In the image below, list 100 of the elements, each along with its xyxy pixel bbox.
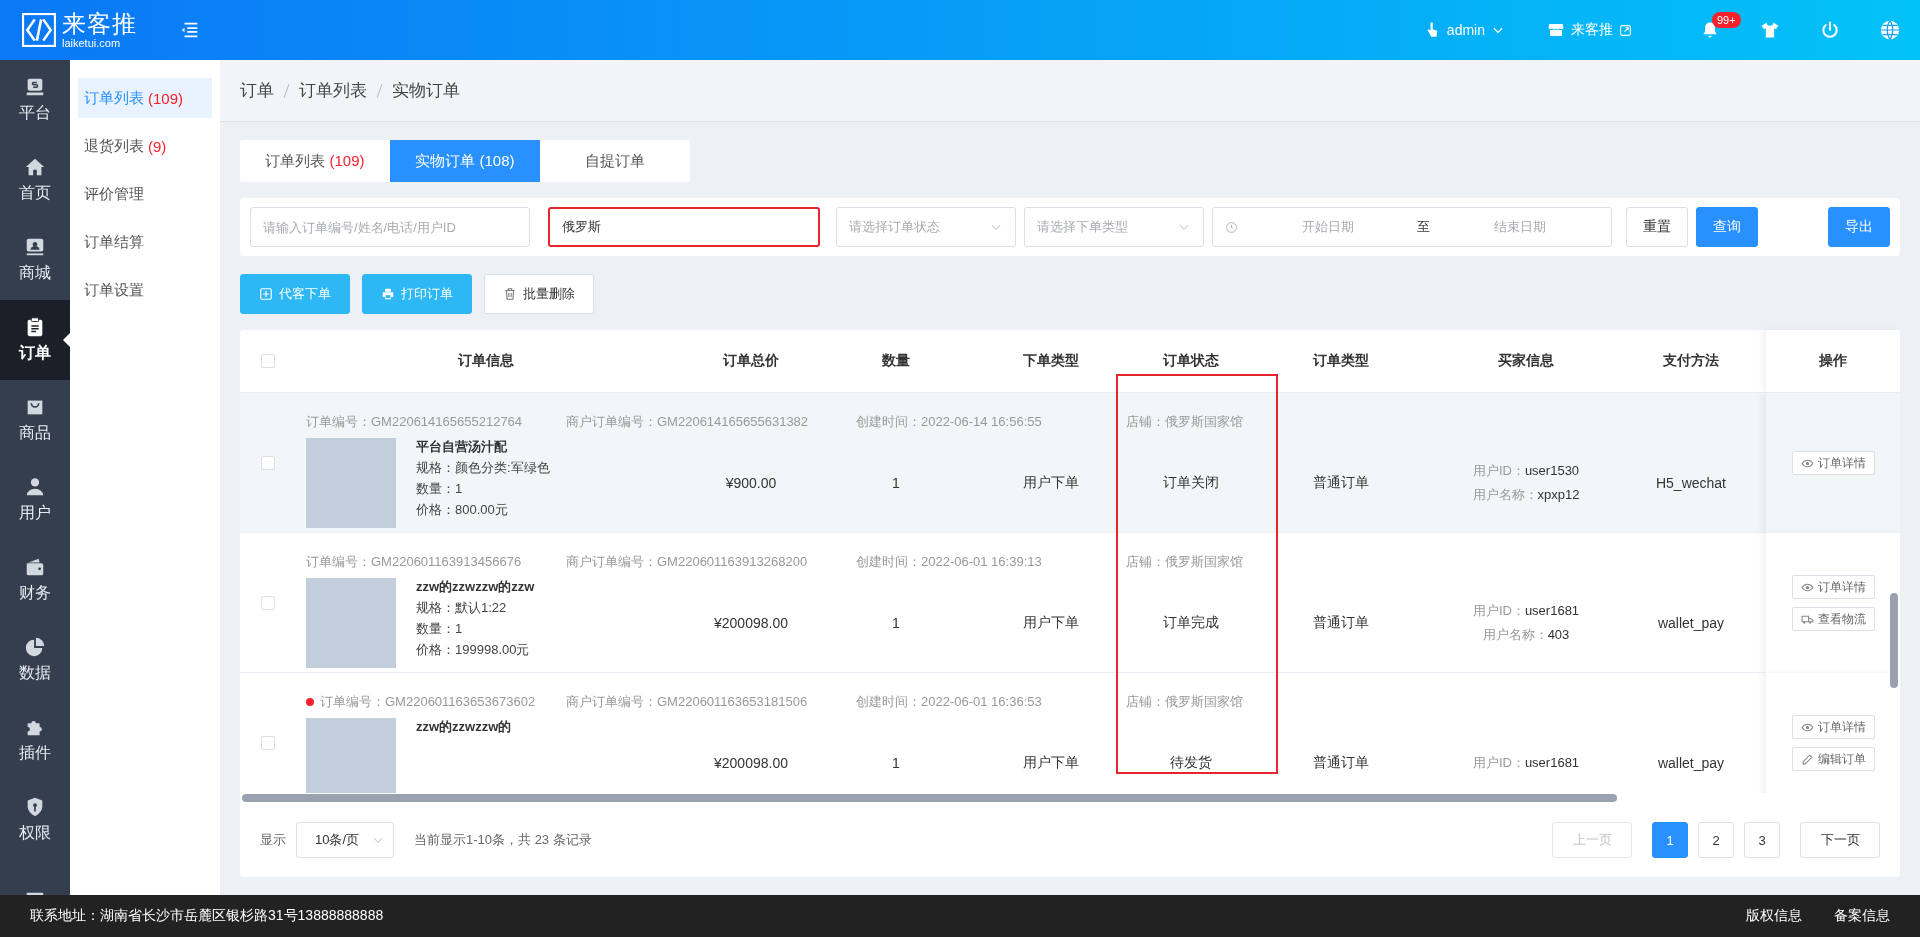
column-header: 买家信息 [1497,352,1555,370]
footer-link[interactable]: 版权信息 [1746,907,1802,925]
breadcrumb-item[interactable]: 订单 [240,79,274,102]
product-spec: 规格：默认1:22 [416,599,508,617]
records-summary: 当前显示1-10条，共 23 条记录 [414,831,592,849]
next-page-button[interactable]: 下一页 [1800,822,1880,858]
submenu-item[interactable]: 退货列表 (9) [78,126,212,166]
order-status-cell-text: 订单完成 [1162,614,1220,632]
created-time: 创建时间：2022-06-01 16:36:53 [856,693,1043,711]
contact-address: 联系地址：湖南省长沙市岳麓区银杉路31号13888888888 [30,907,384,925]
product-quantity: 数量：1 [416,620,464,638]
buyer-id: 用户ID：user1681 [1472,602,1580,620]
column-header: 订单状态 [1161,352,1220,370]
page-button[interactable]: 2 [1698,822,1734,858]
scrollbar-thumb[interactable] [1890,593,1898,688]
order-status-cell-text: 订单关闭 [1162,474,1220,492]
breadcrumb-item[interactable]: 订单列表 [299,79,367,102]
home-icon [24,156,46,178]
submenu-item[interactable]: 订单设置 [78,270,212,310]
clock-icon [1225,220,1238,234]
quantity-cell-text: 1 [891,755,901,771]
logo-domain: laiketui.com [62,37,122,49]
row-checkbox[interactable] [261,456,275,470]
order-source-cell-text: 用户下单 [1022,474,1080,492]
order-total: ¥200098.00 [713,615,789,631]
nav-item[interactable]: 首页 [0,140,70,220]
nav-item[interactable]: 数据 [0,620,70,700]
nav-item[interactable]: 权限 [0,780,70,860]
buyer-id: 用户ID：user1681 [1472,754,1580,772]
page-button[interactable]: 3 [1744,822,1780,858]
dollar-monitor-icon [24,76,46,98]
order-type-cell-text: 普通订单 [1312,474,1370,492]
product-spec: 规格：颜色分类:军绿色 [416,459,550,477]
order-status-cell-text: 待发货 [1169,754,1213,772]
power-icon [1820,20,1840,40]
submenu-item[interactable]: 评价管理 [78,174,212,214]
payment-method-cell-text: wallet_pay [1656,755,1726,771]
select-all-checkbox[interactable] [261,354,275,368]
column-header: 操作 [1819,352,1847,370]
quantity-cell-text: 1 [891,475,901,491]
wallet-icon [24,556,46,578]
t-shirt-icon [1760,20,1780,40]
payment-method-cell-text: H5_wechat [1654,475,1727,491]
store-name: 店铺：俄罗斯国家馆 [1126,693,1244,711]
quantity-cell-text: 1 [891,615,901,631]
row-action-button[interactable]: 订单详情 [1791,715,1875,739]
product-name: 平台自营汤汁配 [416,438,508,456]
notifications-button[interactable]: 99+ [1680,10,1740,50]
order-type-cell-text: 普通订单 [1312,754,1370,772]
created-time: 创建时间：2022-06-01 16:39:13 [856,553,1043,571]
plus-square-icon [259,287,273,301]
column-header: 支付方法 [1662,352,1720,370]
page-size-select[interactable]: 10条/页 [296,822,394,858]
nav-item[interactable]: 订单 [0,300,70,380]
column-header: 订单信息 [456,352,515,370]
store-icon [1547,21,1565,39]
scrollbar-thumb[interactable] [242,794,1617,802]
order-total: ¥200098.00 [713,755,789,771]
submenu-item[interactable]: 订单结算 [78,222,212,262]
page-size-label: 显示 [260,831,286,849]
action-button[interactable]: 批量删除 [484,274,594,314]
reset-button[interactable]: 重置 [1626,207,1688,247]
row-checkbox[interactable] [261,736,275,750]
search-field[interactable]: 请输入订单编号/姓名/电话/用户ID [250,207,530,247]
breadcrumb-item: 实物订单 [392,80,460,102]
globe-icon [1879,19,1901,41]
order-number: 订单编号：GM220601163913456676 [306,553,522,571]
submenu-item[interactable]: 订单列表 (109) [78,78,212,118]
order-total: ¥900.00 [724,475,778,491]
nav-item[interactable]: 用户 [0,460,70,540]
buyer-name: 用户名称：xpxp12 [1472,486,1580,504]
order-type-cell-text: 普通订单 [1312,614,1370,632]
buyer-name: 用户名称：403 [1482,626,1570,644]
person-card-icon [24,236,46,258]
date-range-field[interactable]: 开始日期 至 结束日期 [1212,207,1612,247]
nav-item[interactable]: 商城 [0,220,70,300]
trash-icon [503,287,517,301]
merchant-order-number: 商户订单编号：GM220614165655631382 [566,413,810,431]
nav-item[interactable]: 插件 [0,700,70,780]
merchant-order-number: 商户订单编号：GM220601163913268200 [566,553,809,571]
pencil-icon [1800,752,1814,766]
store-name: 店铺：俄罗斯国家馆 [1126,413,1244,431]
column-header: 数量 [881,352,911,370]
row-action-button[interactable]: 订单详情 [1791,575,1875,599]
product-price: 价格：199998.00元 [416,641,531,659]
product-price: 价格：800.00元 [416,501,509,519]
row-action-button[interactable]: 订单详情 [1791,451,1875,475]
nav-item[interactable]: 商品 [0,380,70,460]
column-header: 下单类型 [1022,352,1080,370]
row-checkbox[interactable] [261,596,275,610]
column-header: 订单总价 [721,352,780,370]
nav-item[interactable]: 平台 [0,60,70,140]
store-field[interactable]: 俄罗斯 [548,207,820,247]
footer-link[interactable]: 备案信息 [1834,907,1890,925]
user-icon [24,476,46,498]
payment-method-cell-text: wallet_pay [1656,615,1726,631]
row-action-button[interactable]: 查看物流 [1791,607,1875,631]
row-action-button[interactable]: 编辑订单 [1791,747,1875,771]
nav-item[interactable]: 财务 [0,540,70,620]
column-header: 订单类型 [1311,352,1370,370]
